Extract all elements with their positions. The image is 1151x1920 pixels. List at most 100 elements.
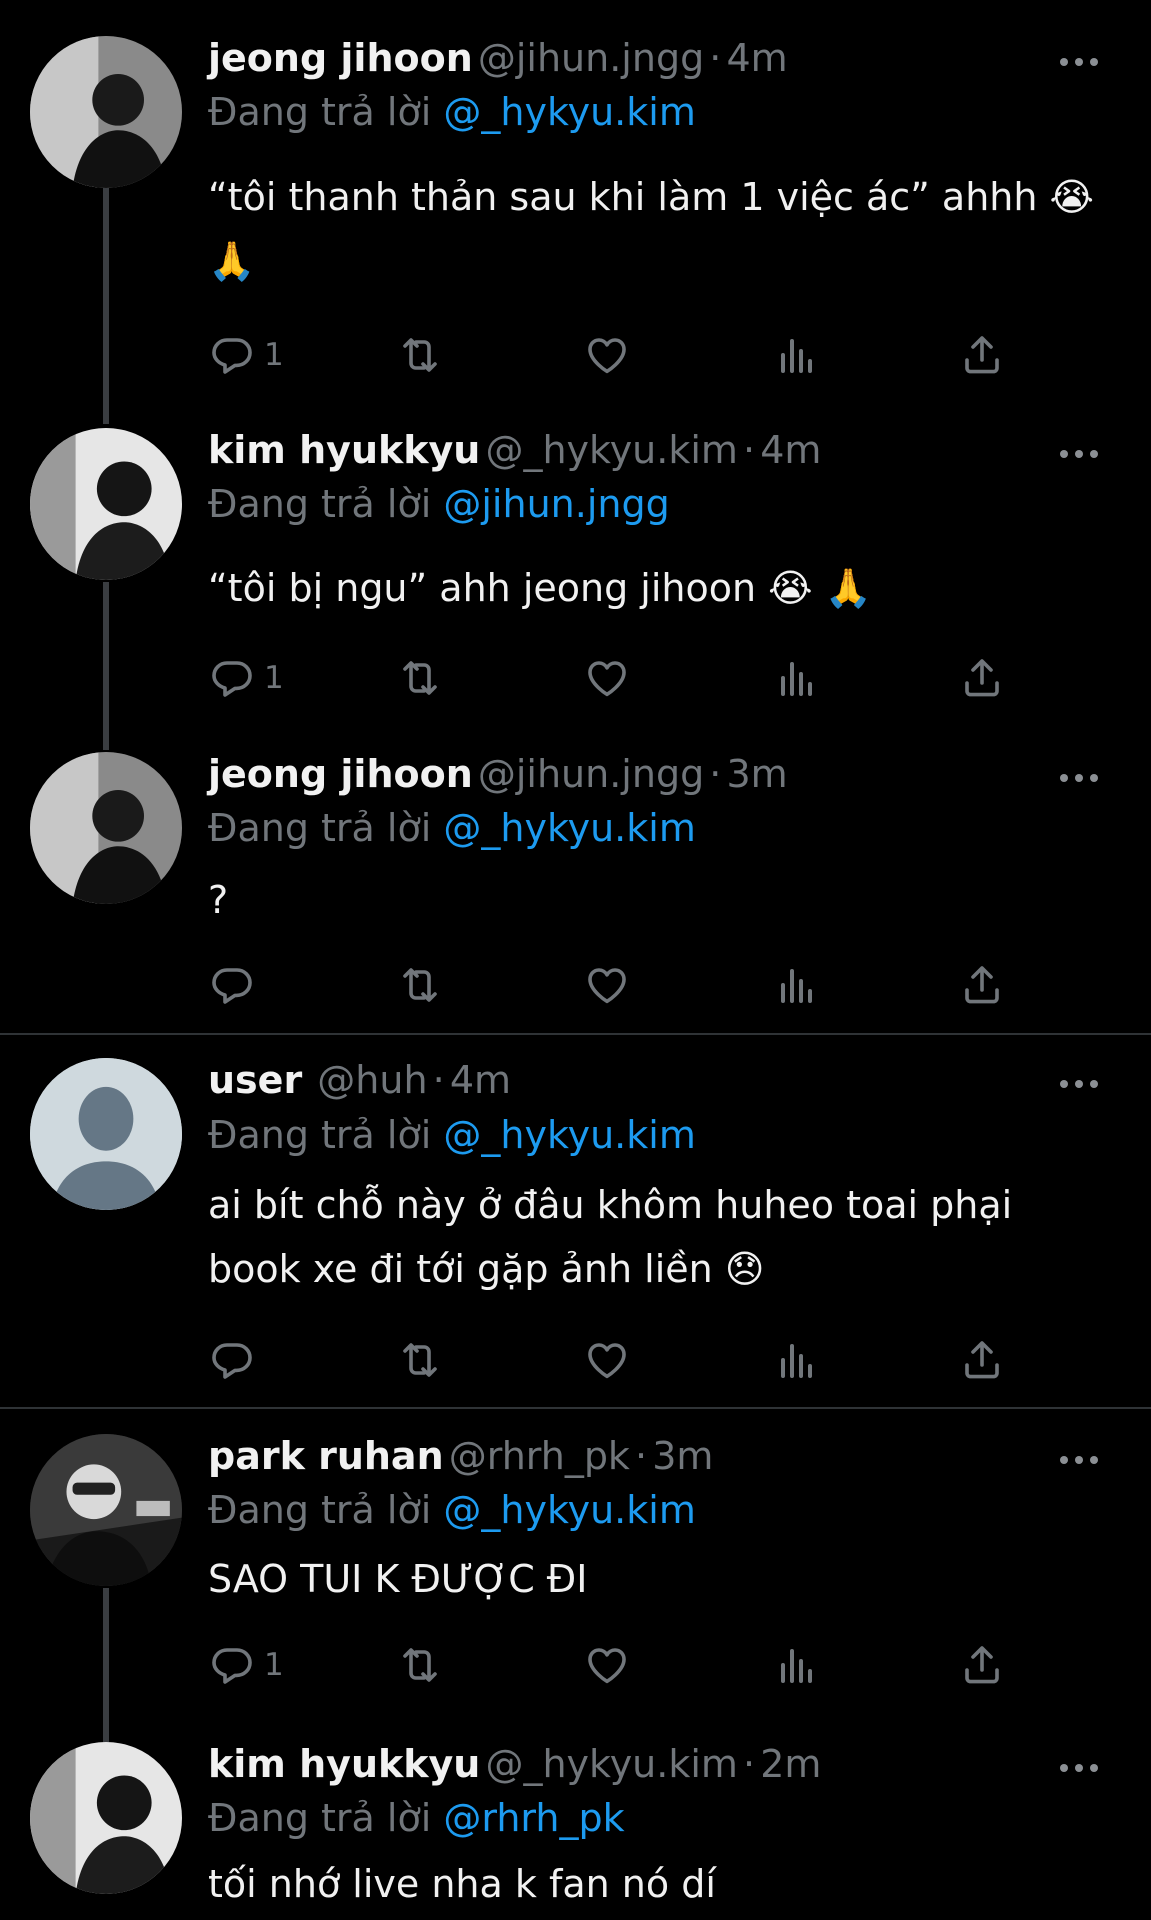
separator-dot: · <box>432 1058 445 1102</box>
display-name[interactable]: user <box>208 1058 302 1102</box>
replying-to: Đang trả lời @_hykyu.kim <box>208 1113 696 1157</box>
avatar[interactable] <box>30 428 182 580</box>
retweet-icon <box>396 1336 444 1384</box>
timestamp[interactable]: 4m <box>760 428 821 472</box>
user-handle[interactable]: @_hykyu.kim <box>485 428 737 472</box>
share-button[interactable] <box>958 1640 1006 1690</box>
tweet-divider <box>0 1407 1151 1409</box>
separator-dot: · <box>635 1434 648 1478</box>
more-icon[interactable] <box>1049 1450 1109 1470</box>
like-icon <box>583 1641 631 1689</box>
retweet-button[interactable] <box>396 330 444 380</box>
separator-dot: · <box>743 1742 756 1786</box>
user-handle[interactable]: @jihun.jngg <box>478 752 704 796</box>
share-button[interactable] <box>958 1335 1006 1385</box>
like-button[interactable] <box>583 653 631 703</box>
tweet-header: kim hyukkyu @_hykyu.kim · 2m <box>208 1742 1091 1798</box>
mention-link[interactable]: @_hykyu.kim <box>443 1113 695 1157</box>
avatar[interactable] <box>30 1742 182 1894</box>
tweet-header: kim hyukkyu @_hykyu.kim · 4m <box>208 428 1091 484</box>
thread-connector <box>103 188 109 424</box>
display-name[interactable]: kim hyukkyu <box>208 428 480 472</box>
reply-button[interactable] <box>208 1335 264 1385</box>
replying-prefix: Đang trả lời <box>208 1113 432 1157</box>
retweet-button[interactable] <box>396 1640 444 1690</box>
more-icon[interactable] <box>1049 52 1109 72</box>
reply-icon <box>208 654 256 702</box>
reply-button[interactable] <box>208 960 264 1010</box>
avatar[interactable] <box>30 36 182 188</box>
replying-prefix: Đang trả lời <box>208 482 432 526</box>
user-handle[interactable]: @rhrh_pk <box>449 1434 630 1478</box>
replying-to: Đang trả lời @jihun.jngg <box>208 482 670 526</box>
views-icon <box>771 1641 819 1689</box>
views-button[interactable] <box>771 1640 819 1690</box>
timestamp[interactable]: 4m <box>450 1058 511 1102</box>
tweet-text: “tôi bị ngu” ahh jeong jihoon 😭 🙏 <box>208 566 872 610</box>
user-handle[interactable]: @_hykyu.kim <box>485 1742 737 1786</box>
mention-link[interactable]: @jihun.jngg <box>443 482 669 526</box>
reply-button[interactable]: 1 <box>208 1640 284 1690</box>
like-icon <box>583 331 631 379</box>
like-button[interactable] <box>583 330 631 380</box>
timestamp[interactable]: 4m <box>726 36 787 80</box>
tweet-header: user @huh · 4m <box>208 1058 1091 1114</box>
replying-prefix: Đang trả lời <box>208 1488 432 1532</box>
share-button[interactable] <box>958 653 1006 703</box>
avatar[interactable] <box>30 1434 182 1586</box>
mention-link[interactable]: @rhrh_pk <box>443 1796 624 1840</box>
views-icon <box>771 1336 819 1384</box>
views-button[interactable] <box>771 1335 819 1385</box>
share-button[interactable] <box>958 330 1006 380</box>
views-button[interactable] <box>771 653 819 703</box>
user-handle[interactable]: @huh <box>317 1058 427 1102</box>
reply-button[interactable]: 1 <box>208 330 284 380</box>
timestamp[interactable]: 2m <box>760 1742 821 1786</box>
tweet-actions <box>208 960 1028 1010</box>
display-name[interactable]: jeong jihoon <box>208 752 473 796</box>
thread-connector <box>103 582 109 750</box>
retweet-button[interactable] <box>396 653 444 703</box>
views-button[interactable] <box>771 330 819 380</box>
tweet-text: tối nhớ live nha k fan nó dí <box>208 1862 716 1906</box>
timestamp[interactable]: 3m <box>726 752 787 796</box>
reply-count: 1 <box>264 660 284 696</box>
retweet-icon <box>396 961 444 1009</box>
retweet-icon <box>396 331 444 379</box>
display-name[interactable]: park ruhan <box>208 1434 444 1478</box>
timestamp[interactable]: 3m <box>652 1434 713 1478</box>
like-button[interactable] <box>583 1335 631 1385</box>
mention-link[interactable]: @_hykyu.kim <box>443 1488 695 1532</box>
tweet-text: ? <box>208 878 229 922</box>
more-icon[interactable] <box>1049 1758 1109 1778</box>
mention-link[interactable]: @_hykyu.kim <box>443 806 695 850</box>
user-handle[interactable]: @jihun.jngg <box>478 36 704 80</box>
share-button[interactable] <box>958 960 1006 1010</box>
replying-prefix: Đang trả lời <box>208 90 432 134</box>
display-name[interactable]: kim hyukkyu <box>208 1742 480 1786</box>
like-button[interactable] <box>583 960 631 1010</box>
like-icon <box>583 1336 631 1384</box>
display-name[interactable]: jeong jihoon <box>208 36 473 80</box>
retweet-button[interactable] <box>396 1335 444 1385</box>
tweet-actions: 1 <box>208 1640 1028 1690</box>
reply-button[interactable]: 1 <box>208 653 284 703</box>
views-icon <box>771 961 819 1009</box>
like-button[interactable] <box>583 1640 631 1690</box>
more-icon[interactable] <box>1049 1074 1109 1094</box>
mention-link[interactable]: @_hykyu.kim <box>443 90 695 134</box>
more-icon[interactable] <box>1049 768 1109 788</box>
tweet-actions <box>208 1335 1028 1385</box>
retweet-icon <box>396 654 444 702</box>
retweet-icon <box>396 1641 444 1689</box>
avatar[interactable] <box>30 752 182 904</box>
tweet-text: “tôi thanh thản sau khi làm 1 việc ác” a… <box>208 175 1094 283</box>
avatar[interactable] <box>30 1058 182 1210</box>
separator-dot: · <box>709 752 722 796</box>
reply-icon <box>208 961 256 1009</box>
tweet-divider <box>0 1033 1151 1035</box>
views-button[interactable] <box>771 960 819 1010</box>
tweet-header: jeong jihoon @jihun.jngg · 4m <box>208 36 1091 92</box>
retweet-button[interactable] <box>396 960 444 1010</box>
more-icon[interactable] <box>1049 444 1109 464</box>
